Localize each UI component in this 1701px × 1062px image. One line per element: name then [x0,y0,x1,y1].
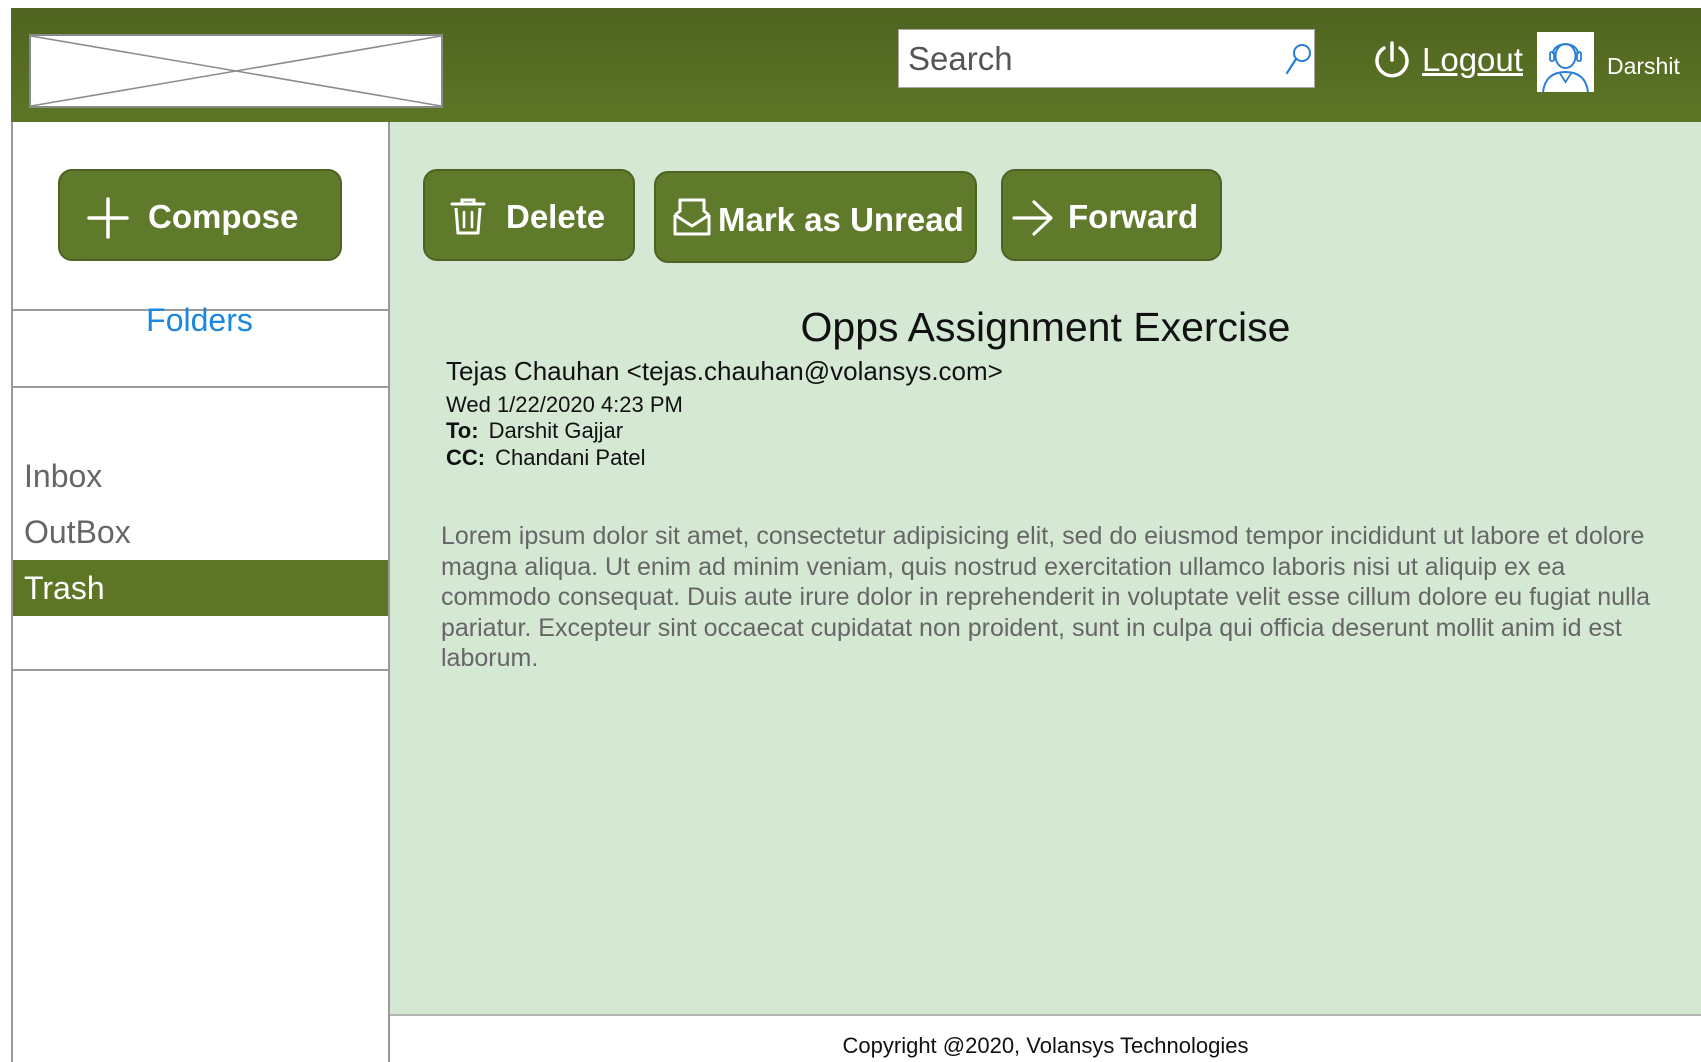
cc-label: CC: [446,445,486,470]
user-name: Darshit [1607,53,1680,79]
sidebar-left-border [11,122,13,1062]
email-cc-row: CC: Chandani Patel [446,445,646,471]
arrow-right-icon [1012,200,1053,236]
search-icon[interactable] [1283,42,1313,76]
image-placeholder-icon [31,36,441,106]
to-label: To: [446,418,479,443]
logo-placeholder [29,34,443,108]
avatar-icon [1542,43,1589,93]
forward-button[interactable]: Forward [1001,169,1222,261]
envelope-icon [673,198,711,236]
avatar[interactable] [1537,32,1594,93]
to-recipient: Darshit Gajjar [488,418,624,443]
delete-label: Delete [506,198,606,235]
plus-icon [87,197,129,239]
power-icon[interactable] [1371,39,1413,81]
mail-app: Logout Darshit Compose Folders Inbox [11,8,1701,1062]
email-date: Wed 1/22/2020 4:23 PM [446,392,683,417]
compose-label: Compose [148,198,299,235]
divider [11,386,388,388]
search-input[interactable] [899,30,1259,87]
forward-label: Forward [1068,198,1199,235]
top-header: Logout Darshit [11,8,1701,122]
email-subject: Opps Assignment Exercise [800,304,1291,350]
folders-heading: Folders [146,302,253,338]
divider [11,669,388,671]
sidebar: Compose Folders Inbox OutBox Trash [11,122,390,1062]
folder-item-trash[interactable]: Trash [11,560,388,616]
footer: Copyright @2020, Volansys Technologies [390,1014,1701,1062]
search-box[interactable] [898,29,1315,88]
trash-icon [450,198,486,235]
folder-item-inbox[interactable]: Inbox [11,448,388,504]
email-sender: Tejas Chauhan <tejas.chauhan@volansys.co… [446,356,1003,386]
compose-button[interactable]: Compose [58,169,342,261]
copyright-text: Copyright @2020, Volansys Technologies [842,1033,1249,1058]
folder-item-outbox[interactable]: OutBox [11,504,388,560]
email-to-row: To: Darshit Gajjar [446,418,623,444]
email-view: Delete Mark as Unread Forward Opps Assig… [390,122,1701,1014]
mark-as-unread-label: Mark as Unread [718,201,964,238]
cc-recipient: Chandani Patel [495,445,646,470]
email-body: Lorem ipsum dolor sit amet, consectetur … [441,522,1651,672]
mark-as-unread-button[interactable]: Mark as Unread [654,171,977,263]
delete-button[interactable]: Delete [423,169,635,261]
logout-link[interactable]: Logout [1422,41,1523,79]
